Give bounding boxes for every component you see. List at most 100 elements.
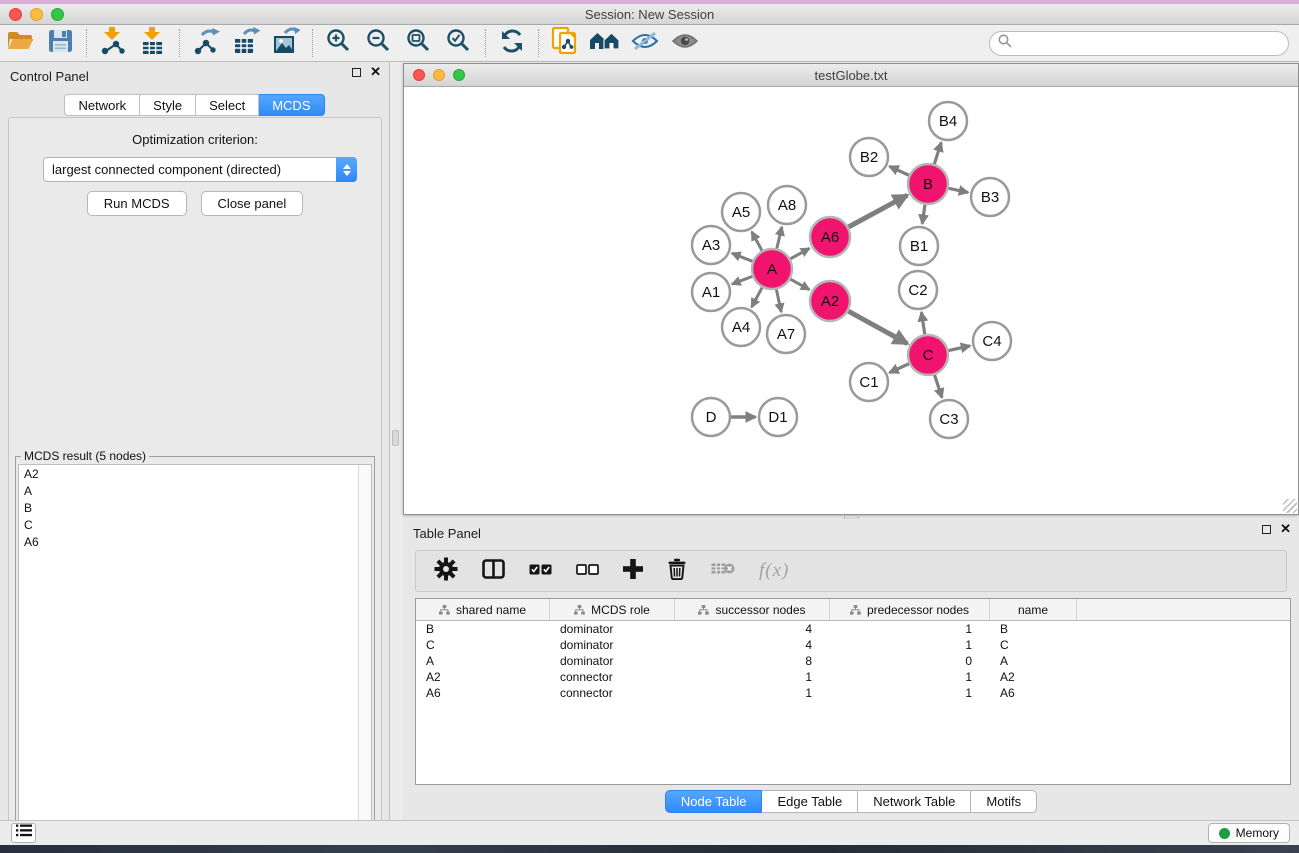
column-settings-button[interactable]	[434, 557, 458, 586]
graph-edge-C-C2[interactable]	[921, 312, 924, 334]
column-header-predecessor-nodes[interactable]: predecessor nodes	[830, 599, 990, 620]
graph-node-D1[interactable]: D1	[759, 398, 797, 436]
float-table-panel-icon[interactable]	[1262, 525, 1271, 534]
apply-function-button[interactable]: f(x)	[759, 560, 789, 582]
search-input[interactable]	[1017, 36, 1288, 51]
graph-edge-A6-B[interactable]	[848, 195, 907, 227]
graph-edge-A-A6[interactable]	[790, 248, 809, 259]
graph-node-A5[interactable]: A5	[722, 193, 760, 231]
cell-successor-nodes[interactable]: 1	[675, 686, 830, 700]
graph-edge-A-A8[interactable]	[777, 227, 782, 249]
show-graphics-details-button[interactable]	[665, 27, 705, 59]
graph-edge-B-B2[interactable]	[889, 166, 908, 175]
cell-shared-name[interactable]: C	[416, 638, 550, 652]
graph-node-C4[interactable]: C4	[973, 322, 1011, 360]
network-window-titlebar[interactable]: testGlobe.txt	[404, 64, 1298, 87]
graph-node-A2[interactable]: A2	[810, 281, 850, 321]
hide-graphics-details-button[interactable]	[625, 27, 665, 59]
graph-node-D[interactable]: D	[692, 398, 730, 436]
graph-edge-A-A1[interactable]	[732, 276, 752, 284]
cell-successor-nodes[interactable]: 1	[675, 670, 830, 684]
zoom-selected-button[interactable]	[439, 27, 479, 59]
graph-edge-A-A7[interactable]	[776, 290, 781, 312]
graph-edge-B-B4[interactable]	[934, 142, 941, 164]
delete-rows-button[interactable]	[667, 558, 687, 585]
cell-name[interactable]: A6	[990, 686, 1077, 700]
graph-node-A3[interactable]: A3	[692, 226, 730, 264]
cell-predecessor-nodes[interactable]: 1	[830, 622, 990, 636]
graph-node-A4[interactable]: A4	[722, 308, 760, 346]
memory-button[interactable]: Memory	[1208, 823, 1290, 843]
tab-network[interactable]: Network	[64, 94, 140, 116]
cell-MCDS-role[interactable]: connector	[550, 686, 675, 700]
column-header-MCDS-role[interactable]: MCDS role	[550, 599, 675, 620]
graph-edge-A-A3[interactable]	[732, 253, 753, 261]
float-panel-icon[interactable]	[352, 68, 361, 77]
mcds-result-list[interactable]: A2ABCA6	[18, 464, 372, 853]
window-resize-grip[interactable]	[1283, 499, 1297, 513]
cell-shared-name[interactable]: A6	[416, 686, 550, 700]
cell-predecessor-nodes[interactable]: 1	[830, 638, 990, 652]
search-field[interactable]	[989, 31, 1289, 56]
graph-node-B[interactable]: B	[908, 164, 948, 204]
cell-name[interactable]: C	[990, 638, 1077, 652]
graph-edge-C-C3[interactable]	[935, 375, 942, 398]
import-network-button[interactable]	[93, 27, 133, 59]
criterion-dropdown[interactable]: largest connected component (directed)	[43, 157, 357, 182]
table-row-a6[interactable]: A6connector11A6	[416, 685, 1290, 701]
cell-name[interactable]: A	[990, 654, 1077, 668]
network-canvas[interactable]: B4B2BB3A8A5A6A3B1AC2A1A2A4A7C4CC1DD1C3	[404, 87, 1298, 514]
deselect-all-button[interactable]	[576, 562, 599, 580]
graph-node-B2[interactable]: B2	[850, 138, 888, 176]
graph-node-C2[interactable]: C2	[899, 271, 937, 309]
result-item-a6[interactable]: A6	[19, 533, 371, 550]
cell-predecessor-nodes[interactable]: 0	[830, 654, 990, 668]
result-item-a[interactable]: A	[19, 482, 371, 499]
graph-edge-B-B1[interactable]	[922, 205, 925, 224]
column-header-successor-nodes[interactable]: successor nodes	[675, 599, 830, 620]
result-item-c[interactable]: C	[19, 516, 371, 533]
graph-node-B3[interactable]: B3	[971, 178, 1009, 216]
graph-edge-C-C1[interactable]	[889, 364, 908, 373]
graph-edge-B-B3[interactable]	[949, 188, 968, 192]
cell-successor-nodes[interactable]: 4	[675, 638, 830, 652]
table-row-c[interactable]: Cdominator41C	[416, 637, 1290, 653]
graph-node-A6[interactable]: A6	[810, 217, 850, 257]
refresh-button[interactable]	[492, 27, 532, 59]
cell-MCDS-role[interactable]: dominator	[550, 638, 675, 652]
cell-MCDS-role[interactable]: dominator	[550, 654, 675, 668]
split-table-button[interactable]	[482, 559, 505, 584]
cell-name[interactable]: A2	[990, 670, 1077, 684]
tab-edge-table[interactable]: Edge Table	[762, 790, 858, 813]
close-table-panel-icon[interactable]: ✕	[1280, 524, 1291, 534]
cell-predecessor-nodes[interactable]: 1	[830, 670, 990, 684]
graph-node-A[interactable]: A	[752, 249, 792, 289]
graph-node-C[interactable]: C	[908, 335, 948, 375]
graph-node-A7[interactable]: A7	[767, 315, 805, 353]
first-neighbors-button[interactable]	[585, 27, 625, 59]
graph-edge-C-C4[interactable]	[949, 346, 971, 351]
graph-node-B1[interactable]: B1	[900, 227, 938, 265]
zoom-fit-button[interactable]	[399, 27, 439, 59]
result-item-a2[interactable]: A2	[19, 465, 371, 482]
panel-divider-grip[interactable]	[392, 430, 399, 446]
task-history-button[interactable]	[11, 823, 36, 843]
graph-edge-A-A5[interactable]	[752, 232, 762, 251]
export-image-button[interactable]	[266, 27, 306, 59]
graph-edge-A2-C[interactable]	[848, 311, 907, 344]
cell-MCDS-role[interactable]: dominator	[550, 622, 675, 636]
graph-node-C1[interactable]: C1	[850, 363, 888, 401]
graph-node-B4[interactable]: B4	[929, 102, 967, 140]
add-row-button[interactable]	[623, 559, 643, 584]
graph-edge-A-A4[interactable]	[752, 288, 762, 308]
tab-mcds[interactable]: MCDS	[259, 94, 324, 116]
close-panel-button[interactable]: Close panel	[201, 191, 304, 216]
import-table-button[interactable]	[133, 27, 173, 59]
node-table[interactable]: shared nameMCDS rolesuccessor nodesprede…	[415, 598, 1291, 785]
cell-successor-nodes[interactable]: 8	[675, 654, 830, 668]
tab-style[interactable]: Style	[140, 94, 196, 116]
graph-node-C3[interactable]: C3	[930, 400, 968, 438]
graph-node-A1[interactable]: A1	[692, 273, 730, 311]
cell-predecessor-nodes[interactable]: 1	[830, 686, 990, 700]
close-panel-icon[interactable]: ✕	[370, 67, 381, 77]
